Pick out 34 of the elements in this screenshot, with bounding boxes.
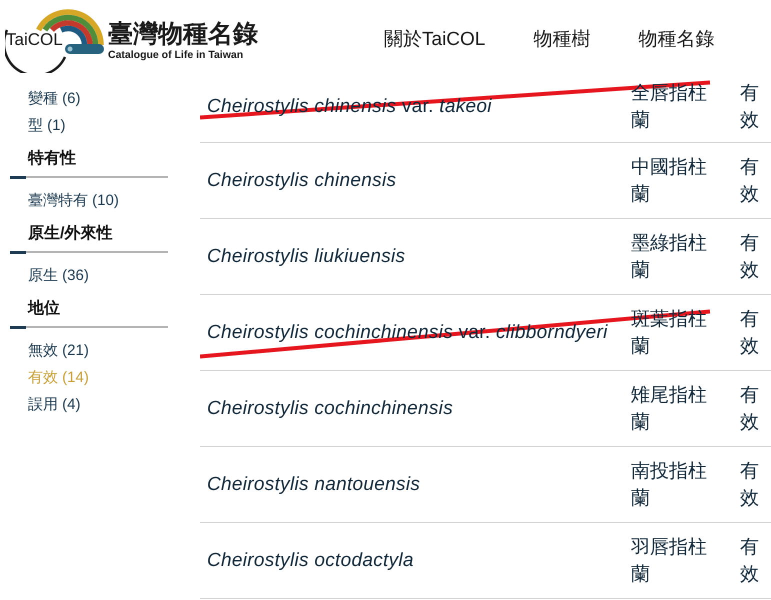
filter-item[interactable]: 臺灣特有 (10) [0,187,119,214]
scientific-name: Cheirostylis liukiuensis [207,246,406,267]
filter-heading: 地位 [26,298,60,319]
filter-item[interactable]: 型 (1) [0,112,66,139]
filter-item[interactable]: 變種 (6) [0,85,80,112]
status-text: 有效 [740,536,760,586]
status-text: 有效 [740,460,760,510]
scientific-name: Cheirostylis cochinchinensis [207,398,454,419]
common-name: 全唇指柱蘭 [631,82,708,132]
common-name: 羽唇指柱蘭 [631,536,708,586]
filter-heading: 原生/外來性 [26,224,112,244]
site-subtitle: Catalogue of Life in Taiwan [108,49,244,62]
scientific-name: Cheirostylis nantouensis [207,474,420,495]
rainbow-logo-icon [5,7,107,73]
filter-heading: 特有性 [26,148,76,169]
nav-link[interactable]: 物種樹 [533,28,590,52]
common-name: 雉尾指柱蘭 [631,384,708,434]
logo-text: TaiCOL [6,31,63,49]
status-text: 有效 [740,156,760,206]
status-text: 有效 [740,384,760,434]
filter-item[interactable]: 原生 (36) [0,262,89,289]
filter-item[interactable]: 無效 (21) [0,337,89,364]
common-name: 中國指柱蘭 [631,156,708,206]
filter-item[interactable]: 誤用 (4) [0,391,80,418]
status-text: 有效 [740,308,760,358]
status-text: 有效 [740,232,760,282]
site-title: 臺灣物種名錄 [108,19,258,49]
common-name: 南投指柱蘭 [631,460,708,510]
status-text: 有效 [740,82,760,132]
common-name: 墨綠指柱蘭 [631,232,708,282]
scientific-name: Cheirostylis octodactyla [207,550,414,571]
nav-link[interactable]: 關於TaiCOL [384,28,486,52]
nav-link[interactable]: 物種名錄 [638,28,714,52]
scientific-name: Cheirostylis chinensis [207,170,396,191]
